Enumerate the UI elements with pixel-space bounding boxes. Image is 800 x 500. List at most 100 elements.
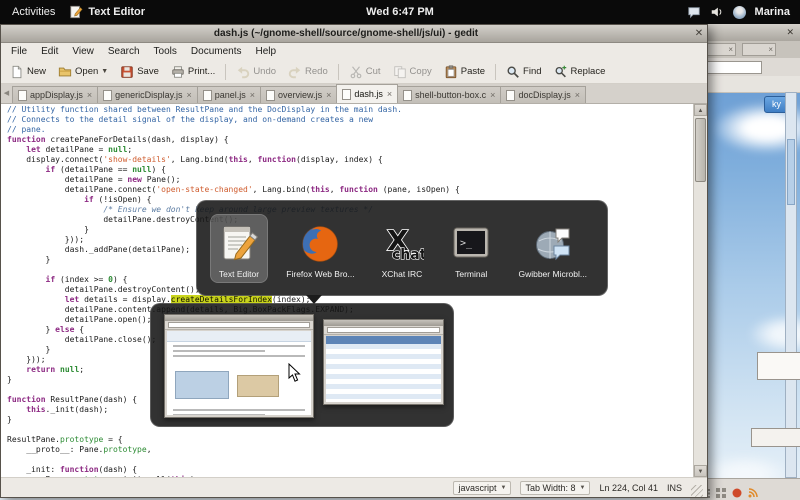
menu-help[interactable]: Help — [248, 44, 283, 59]
file-icon — [403, 90, 412, 101]
tab-label: shell-button-box.c — [415, 90, 486, 100]
code-line: let detailPane = null; — [7, 145, 693, 155]
paste-button[interactable]: Paste — [438, 62, 491, 82]
user-menu[interactable]: Marina — [755, 6, 790, 18]
scrollbar-thumb[interactable] — [695, 118, 706, 182]
tab-width-combo[interactable]: Tab Width: 8▼ — [520, 481, 590, 495]
redo-icon — [288, 65, 302, 79]
title-bar[interactable]: dash.js (~/gnome-shell/source/gnome-shel… — [1, 25, 707, 43]
print-button[interactable]: Print... — [165, 62, 221, 82]
address-input[interactable] — [704, 61, 762, 74]
code-line: Pane.prototype._init.call(this); — [7, 475, 693, 477]
scroll-up-icon[interactable]: ▲ — [694, 104, 707, 116]
thumbnail-addressbar — [168, 322, 310, 328]
file-icon — [506, 90, 515, 101]
switcher-item-firefox-web-bro[interactable]: Firefox Web Bro... — [280, 215, 360, 282]
menu-file[interactable]: File — [4, 44, 34, 59]
scrollbar-thumb[interactable] — [787, 139, 795, 205]
replace-icon — [554, 65, 568, 79]
switcher-item-terminal[interactable]: >_ Terminal — [443, 215, 499, 282]
volume-icon[interactable] — [710, 5, 724, 19]
switcher-item-text-editor[interactable]: Text Editor — [211, 215, 267, 282]
tab-close-icon[interactable]: × — [249, 90, 255, 100]
save-icon — [120, 65, 134, 79]
language-combo[interactable]: javascript▼ — [453, 481, 511, 495]
tab-label: panel.js — [215, 90, 246, 100]
switcher-item-label: Firefox Web Bro... — [286, 269, 354, 279]
tab-shell-button-box.c[interactable]: shell-button-box.c× — [397, 86, 501, 103]
tab-close-icon[interactable]: × — [386, 89, 392, 99]
toolbar-separator — [225, 64, 226, 80]
tab-scroll-left-icon[interactable]: ◀ — [1, 85, 12, 103]
scroll-down-icon[interactable]: ▼ — [694, 465, 707, 477]
file-icon — [18, 90, 27, 101]
window-close-button[interactable]: ✕ — [691, 26, 707, 41]
find-icon — [506, 65, 520, 79]
tab-appDisplay.js[interactable]: appDisplay.js× — [12, 86, 98, 103]
background-window-scrollbar[interactable] — [785, 92, 797, 478]
thumbnail-addressbar — [327, 327, 440, 333]
tab-genericDisplay.js[interactable]: genericDisplay.js× — [97, 86, 198, 103]
tab-dash.js[interactable]: dash.js× — [336, 84, 398, 103]
switcher-item-xchat-irc[interactable]: XchatXChat IRC — [374, 215, 430, 282]
cut-button: Cut — [343, 62, 387, 82]
menu-bar: FileEditViewSearchToolsDocumentsHelp — [1, 43, 707, 60]
menu-tools[interactable]: Tools — [147, 44, 184, 59]
toolbar: NewOpen▼SavePrint...UndoRedoCutCopyPaste… — [1, 60, 707, 84]
chat-tray-icon[interactable] — [687, 5, 701, 19]
undo-button: Undo — [230, 62, 282, 82]
file-icon — [203, 90, 212, 101]
toolbar-button-label: Print... — [188, 66, 215, 77]
replace-button[interactable]: Replace — [548, 62, 612, 82]
find-button[interactable]: Find — [500, 62, 547, 82]
menu-view[interactable]: View — [65, 44, 101, 59]
menu-documents[interactable]: Documents — [184, 44, 249, 59]
tab-docDisplay.js[interactable]: docDisplay.js× — [500, 86, 586, 103]
terminal-icon: >_ — [449, 221, 493, 265]
menu-search[interactable]: Search — [101, 44, 147, 59]
toolbar-button-label: Save — [137, 66, 159, 77]
resize-grip[interactable] — [691, 485, 703, 497]
toolbar-button-label: Undo — [253, 66, 276, 77]
tab-close-icon[interactable]: × — [325, 90, 331, 100]
file-icon — [103, 90, 112, 101]
menu-edit[interactable]: Edit — [34, 44, 65, 59]
user-avatar[interactable] — [733, 6, 746, 19]
tab-close-icon[interactable]: × — [489, 90, 495, 100]
tab-close-icon[interactable]: × — [185, 90, 191, 100]
tab-close-icon[interactable]: × — [86, 90, 92, 100]
close-icon[interactable]: ✕ — [786, 27, 800, 38]
redo-button: Redo — [282, 62, 334, 82]
open-folder-icon — [58, 65, 72, 79]
tab-panel.js[interactable]: panel.js× — [197, 86, 261, 103]
svg-text:>_: >_ — [460, 238, 473, 249]
print-icon — [171, 65, 185, 79]
code-line: detailPane = new Pane(); — [7, 175, 693, 185]
open-dropdown-arrow-icon[interactable]: ▼ — [101, 68, 108, 75]
open-button[interactable]: Open▼ — [52, 62, 114, 82]
gedit-icon — [217, 221, 261, 265]
tab-overview.js[interactable]: overview.js× — [260, 86, 337, 103]
browser-tab[interactable]: × — [742, 43, 776, 56]
feed-icon — [748, 485, 758, 495]
alert-icon — [732, 485, 742, 495]
new-button[interactable]: New — [4, 62, 52, 82]
save-button[interactable]: Save — [114, 62, 165, 82]
copy-icon — [393, 65, 407, 79]
tab-close-icon[interactable]: × — [574, 90, 580, 100]
chevron-down-icon: ▼ — [579, 485, 585, 491]
toolbar-button-label: Redo — [305, 66, 328, 77]
cursor-position: Ln 224, Col 41 — [599, 483, 658, 493]
window-thumbnail[interactable] — [323, 319, 444, 405]
file-icon — [266, 90, 275, 101]
switcher-item-label: Gwibber Microbl... — [518, 269, 587, 279]
undo-icon — [236, 65, 250, 79]
grid-icon[interactable] — [716, 485, 726, 495]
switcher-item-gwibber-microbl[interactable]: Gwibber Microbl... — [512, 215, 593, 282]
clock[interactable]: Wed 6:47 PM — [0, 6, 800, 18]
editor-scrollbar[interactable]: ▲ ▼ — [693, 104, 707, 477]
switcher-item-label: Terminal — [455, 269, 487, 279]
switcher-pointer-icon — [306, 295, 322, 304]
xchat-icon: Xchat — [380, 221, 424, 265]
code-line — [7, 455, 693, 465]
